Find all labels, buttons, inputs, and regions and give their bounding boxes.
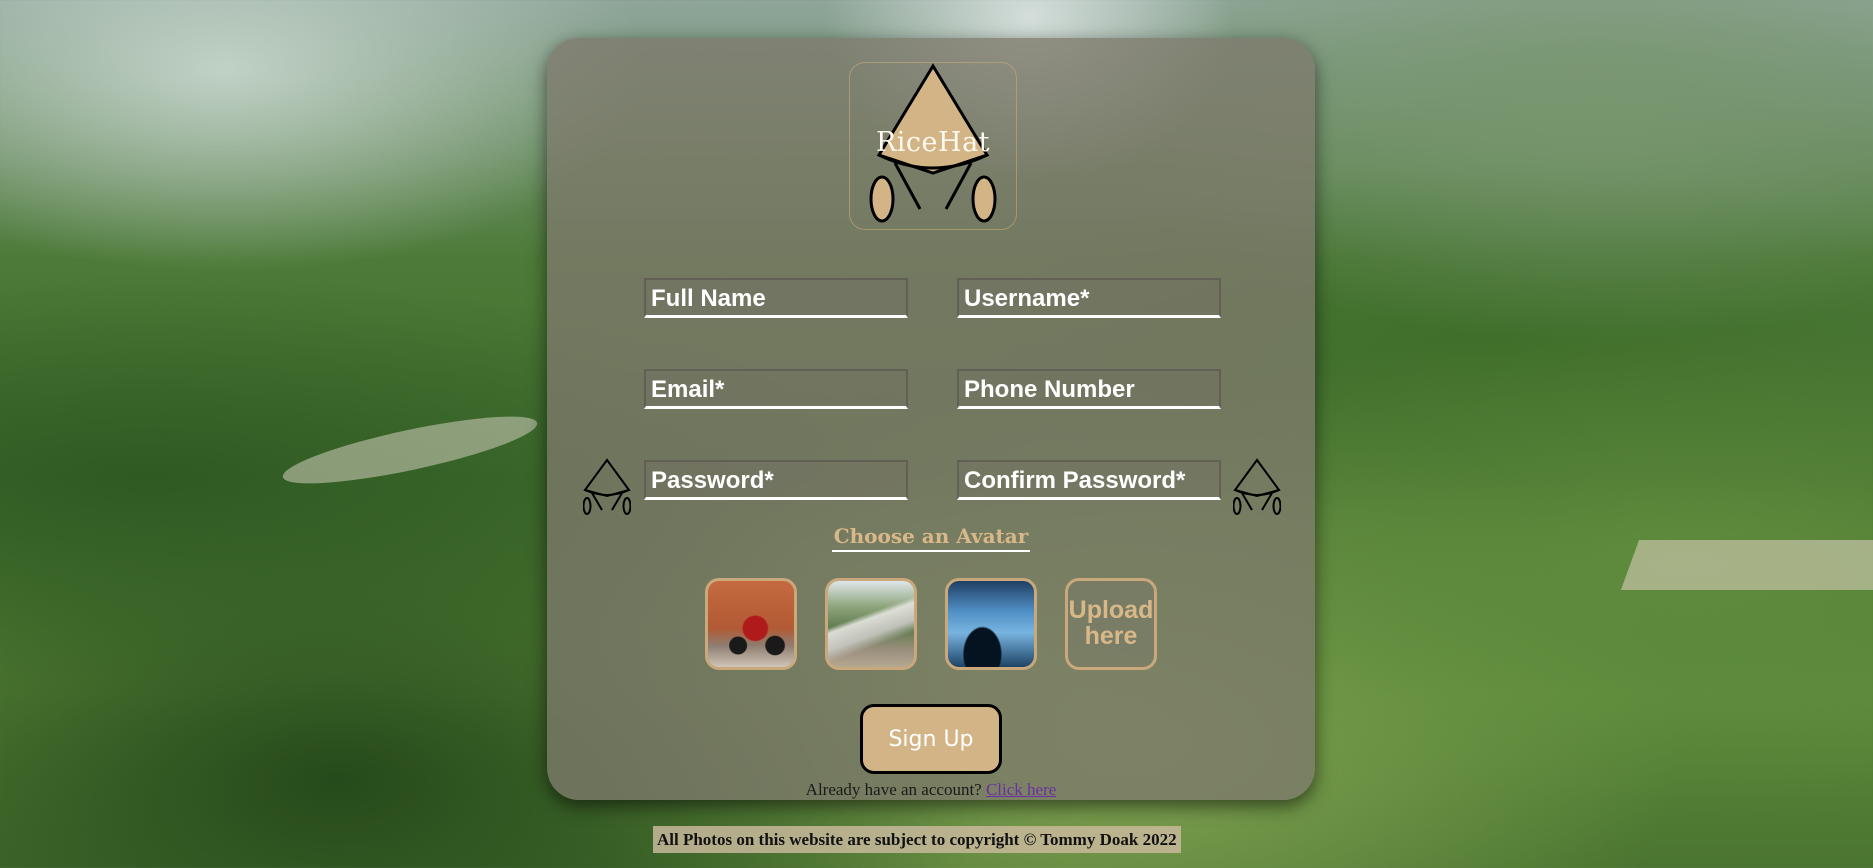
confirm-password-field-wrap [957,460,1221,500]
full-name-field-wrap [644,278,908,318]
motorbike-avatar-image[interactable] [705,578,797,670]
choose-avatar-title: Choose an Avatar [831,524,1031,552]
password-input[interactable] [644,460,908,500]
full-name-input[interactable] [644,278,908,318]
copyright-footer: All Photos on this website are subject t… [653,826,1181,853]
phone-number-input[interactable] [957,369,1221,409]
sign-up-button[interactable]: Sign Up [860,704,1002,774]
logo-text: RiceHat [875,127,991,158]
email-input[interactable] [644,369,908,409]
background-road [278,403,542,497]
login-prompt-text: Already have an account? [805,780,982,799]
signup-card: RiceHat Full Name Username* Email* Phone… [547,38,1315,800]
rice-hat-right-icon [1232,458,1282,516]
hammock-beach-avatar-image[interactable] [945,578,1037,670]
rice-hat-left-icon [582,458,632,516]
username-input[interactable] [957,278,1221,318]
waterfall-road-avatar-image[interactable] [825,578,917,670]
email-field-wrap [644,369,908,409]
login-prompt: Already have an account? Click here [547,780,1315,800]
avatar-section: Choose an Avatar [547,524,1315,552]
username-field-wrap [957,278,1221,318]
confirm-password-input[interactable] [957,460,1221,500]
upload-avatar-label: Upload here [1068,596,1154,650]
login-link[interactable]: Click here [986,780,1056,799]
password-field-wrap [644,460,908,500]
logo: RiceHat [849,62,1017,230]
phone-field-wrap [957,369,1221,409]
background-field [1620,540,1873,590]
upload-avatar-button[interactable]: Upload here [1065,578,1157,670]
